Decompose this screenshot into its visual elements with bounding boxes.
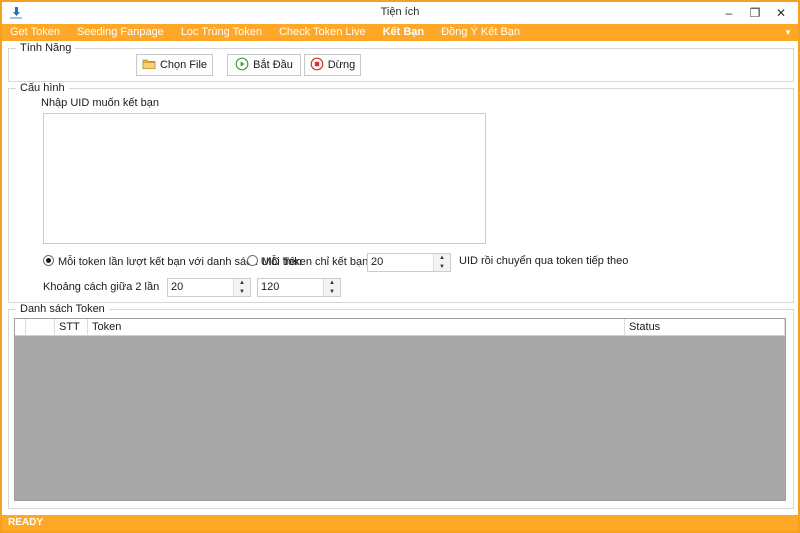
token-list-groupbox-title: Danh sách Token <box>16 303 109 315</box>
spinner-up-icon[interactable]: ▲ <box>324 279 340 287</box>
choose-file-button[interactable]: Chọn File <box>136 54 213 76</box>
column-header-stt[interactable]: STT <box>55 319 88 335</box>
spinner-down-icon[interactable]: ▼ <box>324 288 340 296</box>
delay-max-spinner[interactable]: ▲ ▼ <box>257 278 341 297</box>
tab-seeding-fanpage[interactable]: Seeding Fanpage <box>69 24 173 41</box>
status-text: READY <box>8 517 44 528</box>
uid-count-input[interactable] <box>371 256 431 268</box>
column-header-status[interactable]: Status <box>625 319 785 335</box>
maximize-button[interactable]: ❐ <box>742 2 768 24</box>
title-bar: Tiện ích – ❐ ✕ <box>2 2 798 25</box>
column-header-blank[interactable] <box>26 319 55 335</box>
folder-icon <box>142 57 156 71</box>
chevron-down-icon[interactable]: ▾ <box>780 24 796 41</box>
token-grid-header: STT Token Status <box>15 319 785 336</box>
start-button[interactable]: Bắt Đầu <box>227 54 301 76</box>
token-grid[interactable]: STT Token Status <box>14 318 786 501</box>
config-groupbox: Cấu hình Nhập UID muốn kết bạn Mỗi token… <box>8 82 794 303</box>
delay-label: Khoảng cách giữa 2 lần <box>43 281 160 293</box>
tab-strip: Get Token Seeding Fanpage Lọc Trùng Toke… <box>2 24 798 41</box>
start-label: Bắt Đầu <box>253 59 293 71</box>
feature-groupbox-title: Tính Năng <box>16 42 76 54</box>
uid-count-suffix-label: UID rồi chuyển qua token tiếp theo <box>459 255 629 267</box>
tab-dong-y-ket-ban[interactable]: Đồng Ý Kết Bạn <box>433 24 529 41</box>
minimize-button[interactable]: – <box>716 2 742 24</box>
delay-max-input[interactable] <box>261 281 321 293</box>
radio-token-limited-uids[interactable]: Mỗi Token chỉ kết bạn với <box>247 254 386 270</box>
delay-min-spinner[interactable]: ▲ ▼ <box>167 278 251 297</box>
spinner-down-icon[interactable]: ▼ <box>234 288 250 296</box>
feature-groupbox: Tính Năng Chọn File Bắt Đầu Dừng <box>8 42 794 82</box>
token-grid-body[interactable] <box>15 336 785 500</box>
uid-count-spinner-buttons: ▲ ▼ <box>433 254 450 271</box>
delay-min-input[interactable] <box>171 281 231 293</box>
spinner-up-icon[interactable]: ▲ <box>434 254 450 262</box>
tab-check-token-live[interactable]: Check Token Live <box>271 24 375 41</box>
close-button[interactable]: ✕ <box>768 2 794 24</box>
tab-get-token[interactable]: Get Token <box>2 24 69 41</box>
token-list-groupbox: Danh sách Token STT Token Status <box>8 303 794 509</box>
uid-textarea[interactable] <box>43 113 486 244</box>
play-icon <box>235 57 249 71</box>
uid-count-spinner[interactable]: ▲ ▼ <box>367 253 451 272</box>
radio-each-indicator <box>43 255 54 266</box>
radio-limit-indicator <box>247 255 258 266</box>
stop-label: Dừng <box>327 59 356 71</box>
spinner-down-icon[interactable]: ▼ <box>434 263 450 271</box>
stop-icon <box>310 57 324 71</box>
column-header-select[interactable] <box>15 319 26 335</box>
delay-min-spinner-buttons: ▲ ▼ <box>233 279 250 296</box>
delay-max-spinner-buttons: ▲ ▼ <box>323 279 340 296</box>
spinner-up-icon[interactable]: ▲ <box>234 279 250 287</box>
config-groupbox-title: Cấu hình <box>16 82 69 94</box>
tab-ket-ban[interactable]: Kết Bạn <box>375 24 434 41</box>
column-header-token[interactable]: Token <box>88 319 625 335</box>
app-window: Tiện ích – ❐ ✕ Get Token Seeding Fanpage… <box>0 0 800 533</box>
status-bar: READY <box>2 515 798 531</box>
window-title: Tiện ích <box>380 6 420 18</box>
choose-file-label: Chọn File <box>159 59 208 71</box>
tab-loc-trung-token[interactable]: Lọc Trùng Token <box>173 24 271 41</box>
uid-input-label: Nhập UID muốn kết bạn <box>41 97 160 109</box>
stop-button[interactable]: Dừng <box>304 54 361 76</box>
